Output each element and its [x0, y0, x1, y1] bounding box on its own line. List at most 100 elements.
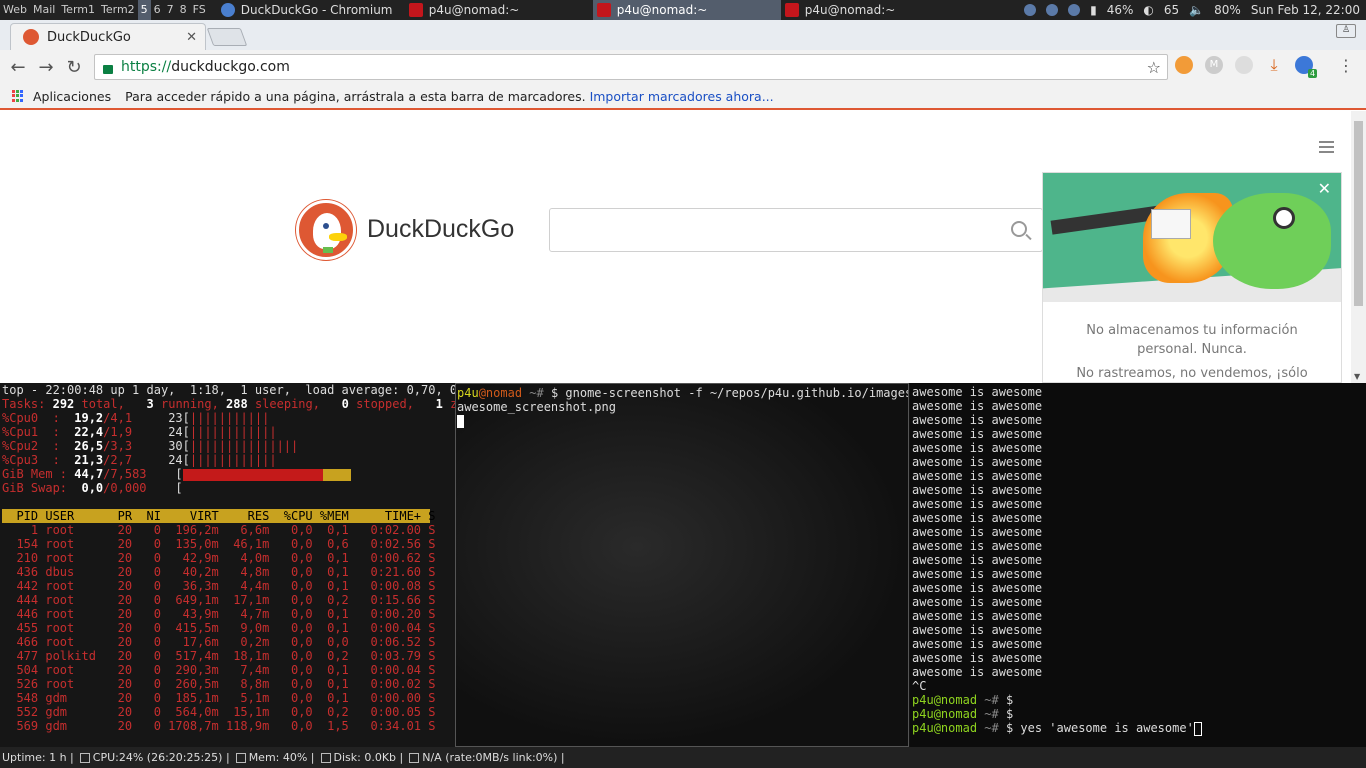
- duckduckgo-favicon-icon: [23, 29, 39, 45]
- prompt-line: p4u@nomad ~# $ gnome-screenshot -f ~/rep…: [457, 386, 909, 400]
- tag-mail[interactable]: Mail: [30, 0, 58, 20]
- temperature-icon: ◐: [1143, 3, 1154, 17]
- cpu-meter-row: %Cpu2 : 26,5/3,3 30[|||||||||||||||: [2, 439, 299, 453]
- process-table-header[interactable]: PID USER PR NI VIRT RES %CPU %MEM TIME+ …: [2, 509, 435, 523]
- process-row[interactable]: 466 root 20 0 17,6m 0,2m 0,0 0,0 0:06.52…: [2, 635, 455, 649]
- yes-output-line: awesome is awesome: [912, 483, 1043, 497]
- yes-output-line: awesome is awesome: [912, 609, 1043, 623]
- clock[interactable]: Sun Feb 12, 22:00: [1251, 3, 1360, 17]
- tasklist: DuckDuckGo - Chromium p4u@nomad:~ p4u@no…: [217, 0, 969, 20]
- process-row[interactable]: 154 root 20 0 135,0m 46,1m 0,0 0,6 0:02.…: [2, 537, 455, 551]
- process-row[interactable]: 1 root 20 0 196,2m 6,6m 0,0 0,1 0:02.00 …: [2, 523, 455, 537]
- address-bar[interactable]: https:// duckduckgo.com ☆: [94, 54, 1168, 80]
- download-icon[interactable]: ⤓: [1265, 56, 1283, 74]
- task-terminal-2[interactable]: p4u@nomad:~: [592, 0, 781, 20]
- terminal-yes[interactable]: awesome is awesome awesome is awesome awes…: [910, 383, 1366, 747]
- scrollbar-thumb[interactable]: [1354, 121, 1363, 306]
- top-tasks: Tasks: 292 total, 3 running, 288 sleepin…: [2, 397, 455, 411]
- process-row[interactable]: 569 gdm 20 0 1708,7m 118,9m 0,0 1,5 0:34…: [2, 719, 455, 733]
- close-promo-icon[interactable]: ✕: [1318, 179, 1331, 198]
- ddg-page: DuckDuckGo ✕ No almacenamos tu informaci…: [0, 111, 1366, 383]
- tab-strip: DuckDuckGo ✕ ♙: [0, 20, 1366, 50]
- extension-badge-icon[interactable]: 4: [1295, 56, 1317, 78]
- process-row[interactable]: 526 root 20 0 260,5m 8,8m 0,0 0,1 0:00.0…: [2, 677, 455, 691]
- process-row[interactable]: 455 root 20 0 415,5m 9,0m 0,0 0,1 0:00.0…: [2, 621, 455, 635]
- process-row[interactable]: 548 gdm 20 0 185,1m 5,1m 0,0 0,1 0:00.00…: [2, 691, 455, 705]
- yes-output-line: awesome is awesome: [912, 399, 1043, 413]
- scroll-down-icon[interactable]: ▼: [1354, 372, 1360, 381]
- network-icon[interactable]: [1024, 4, 1037, 16]
- cpu-meter-row: %Cpu3 : 21,3/2,7 24[||||||||||||: [2, 453, 277, 467]
- volume-icon[interactable]: 🔈: [1189, 3, 1204, 17]
- extension-fox-icon[interactable]: [1175, 56, 1193, 74]
- close-tab-icon[interactable]: ✕: [186, 30, 197, 45]
- cpu-temp: 65: [1163, 3, 1180, 17]
- page-scrollbar[interactable]: ▼: [1351, 111, 1366, 383]
- process-row[interactable]: 446 root 20 0 43,9m 4,7m 0,0 0,1 0:00.20…: [2, 607, 455, 621]
- yes-output-line: awesome is awesome: [912, 469, 1043, 483]
- uptime: Uptime: 1 h |: [2, 751, 74, 764]
- browser-menu-icon[interactable]: ⋮: [1338, 56, 1354, 75]
- bluetooth-icon[interactable]: [1068, 4, 1081, 16]
- update-icon[interactable]: [1046, 4, 1059, 16]
- tag-7[interactable]: 7: [164, 0, 177, 20]
- promo-text-2: No rastreamos, no vendemos, ¡sólo: [1076, 366, 1308, 381]
- extension-feather-icon[interactable]: [1235, 56, 1253, 74]
- profile-icon[interactable]: ♙: [1336, 24, 1356, 38]
- forward-icon[interactable]: →: [32, 57, 60, 78]
- tag-term1[interactable]: Term1: [58, 0, 98, 20]
- tag-5[interactable]: 5: [137, 0, 151, 20]
- tag-8[interactable]: 8: [177, 0, 190, 20]
- mem-used-bar: [182, 468, 323, 481]
- process-row[interactable]: 436 dbus 20 0 40,2m 4,8m 0,0 0,1 0:21.60…: [2, 565, 455, 579]
- bookmarks-bar: Aplicaciones Para acceder rápido a una p…: [0, 84, 1366, 110]
- system-tray: ▮ 46% ◐ 65 🔈 80% Sun Feb 12, 22:00: [1024, 3, 1366, 17]
- tag-fs[interactable]: FS: [190, 0, 209, 20]
- process-row[interactable]: 504 root 20 0 290,3m 7,4m 0,0 0,1 0:00.0…: [2, 663, 455, 677]
- yes-output-line: awesome is awesome: [912, 637, 1043, 651]
- import-bookmarks-link[interactable]: Importar marcadores ahora...: [590, 89, 774, 104]
- tag-term2[interactable]: Term2: [98, 0, 138, 20]
- bookmark-apps[interactable]: Aplicaciones: [33, 89, 111, 104]
- terminal-icon: [784, 3, 799, 17]
- tag-6[interactable]: 6: [151, 0, 164, 20]
- promo-text-1: No almacenamos tu información personal. …: [1086, 323, 1298, 357]
- memory-icon: [235, 753, 246, 763]
- yes-output: awesome is awesome awesome is awesome awes…: [912, 385, 1366, 679]
- process-row[interactable]: 442 root 20 0 36,3m 4,4m 0,0 0,1 0:00.08…: [2, 579, 455, 593]
- tag-web[interactable]: Web: [0, 0, 30, 20]
- duckduckgo-logo[interactable]: [296, 200, 356, 260]
- terminal-screenshot[interactable]: p4u@nomad ~# $ gnome-screenshot -f ~/rep…: [455, 383, 909, 747]
- reload-icon[interactable]: ↻: [60, 57, 88, 78]
- tab-duckduckgo[interactable]: DuckDuckGo ✕: [10, 23, 206, 50]
- new-tab-button[interactable]: [206, 28, 248, 46]
- cpu-meter-row: %Cpu0 : 19,2/4,1 23[|||||||||||: [2, 411, 270, 425]
- apps-icon[interactable]: [12, 89, 25, 103]
- task-terminal-3[interactable]: p4u@nomad:~: [781, 0, 969, 20]
- prompt-line: p4u@nomad ~# $: [912, 707, 1014, 721]
- terminal-icon: [596, 3, 611, 17]
- process-row[interactable]: 552 gdm 20 0 564,0m 15,1m 0,0 0,2 0:00.0…: [2, 705, 455, 719]
- extension-gmail-icon[interactable]: M: [1205, 56, 1223, 74]
- process-row[interactable]: 210 root 20 0 42,9m 4,0m 0,0 0,1 0:00.62…: [2, 551, 455, 565]
- top-panel: Web Mail Term1 Term2 5 6 7 8 FS DuckDuck…: [0, 0, 1366, 20]
- search-input[interactable]: [549, 208, 1043, 252]
- task-terminal-1[interactable]: p4u@nomad:~: [405, 0, 593, 20]
- task-chromium[interactable]: DuckDuckGo - Chromium: [217, 0, 405, 20]
- back-icon[interactable]: ←: [4, 57, 32, 78]
- yes-output-line: awesome is awesome: [912, 497, 1043, 511]
- search-icon[interactable]: [1011, 221, 1027, 237]
- terminal-cursor: [457, 415, 464, 428]
- bookmarks-hint: Para acceder rápido a una página, arrást…: [125, 88, 586, 104]
- yes-output-line: awesome is awesome: [912, 427, 1043, 441]
- hamburger-menu-icon[interactable]: [1319, 141, 1334, 156]
- process-row[interactable]: 477 polkitd 20 0 517,4m 18,1m 0,0 0,2 0:…: [2, 649, 455, 663]
- bookmark-star-icon[interactable]: ☆: [1147, 58, 1161, 77]
- process-row[interactable]: 444 root 20 0 649,1m 17,1m 0,0 0,2 0:15.…: [2, 593, 455, 607]
- yes-output-line: awesome is awesome: [912, 581, 1043, 595]
- task-label: p4u@nomad:~: [804, 3, 896, 17]
- volume-level[interactable]: 80%: [1214, 3, 1241, 17]
- privacy-promo-card: ✕ No almacenamos tu información personal…: [1042, 172, 1342, 383]
- url-protocol: https://: [121, 59, 172, 75]
- terminal-top[interactable]: top - 22:00:48 up 1 day, 1:18, 1 user, l…: [0, 383, 455, 747]
